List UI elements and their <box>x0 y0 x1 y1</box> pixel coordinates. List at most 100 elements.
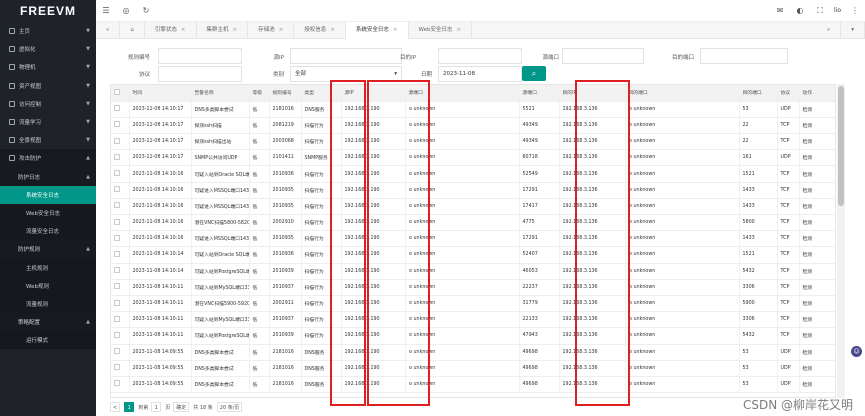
more-icon[interactable]: ⋮ <box>845 6 865 15</box>
page-number[interactable]: 1 <box>124 402 135 412</box>
tab-dropdown-button[interactable]: ▾ <box>841 21 865 39</box>
column-header[interactable]: 告警名称 <box>191 85 250 102</box>
menu-icon[interactable]: ☰ <box>96 6 116 15</box>
date-input[interactable]: 2023-11-08 <box>438 66 522 82</box>
row-checkbox[interactable] <box>111 117 130 135</box>
table-row[interactable]: 2023-11-08 14:10:14 可疑入站到Oracle SQL端口1521… <box>111 246 835 264</box>
search-button[interactable]: ⌕ <box>522 66 546 81</box>
table-row[interactable]: 2023-11-08 14:09:55 DNS多类脚本尝试 低 2181016 DNS服… <box>111 376 835 394</box>
rule-no-input[interactable] <box>158 48 242 64</box>
submenu-item[interactable]: Web安全日志 <box>0 204 96 222</box>
column-header[interactable]: 源端口 <box>519 85 560 102</box>
column-header[interactable]: 源端口 <box>405 85 520 102</box>
table-row[interactable]: 2023-11-08 14:10:11 可疑入站到MySQL端口3306低 2010… <box>111 279 835 296</box>
row-checkbox[interactable] <box>111 344 130 361</box>
submenu-item[interactable]: 流量安全日志 <box>0 222 96 240</box>
prev-page-button[interactable]: < <box>110 402 121 412</box>
submenu-item[interactable]: 运行模式 <box>0 331 96 349</box>
category-select[interactable]: 全部 ▾ <box>290 66 402 82</box>
tab-home-button[interactable]: ⌂ <box>120 21 145 39</box>
page-size-select[interactable]: 20 条/页 <box>216 402 243 412</box>
row-checkbox[interactable] <box>111 376 130 394</box>
table-row[interactable]: 2023-11-08 14:10:16 可疑进入MSSQL端口1433 低 20109… <box>111 230 835 248</box>
src-port-input[interactable] <box>562 48 644 64</box>
dst-ip-input[interactable] <box>438 48 522 64</box>
column-header[interactable]: 规则编号 <box>269 85 302 102</box>
sidebar-item[interactable]: 虚拟化 ▼ <box>0 40 96 58</box>
tab-item[interactable]: 集群主机 × <box>197 21 249 39</box>
tab-prev-button[interactable]: « <box>96 21 121 39</box>
row-checkbox[interactable] <box>111 279 130 296</box>
column-header[interactable]: 动作 <box>799 85 835 102</box>
refresh-icon[interactable]: ↻ <box>136 6 156 15</box>
sidebar-item[interactable]: 攻击防护 ▲ <box>0 149 96 168</box>
sidebar-item[interactable]: 全景视图 ▼ <box>0 131 96 149</box>
submenu-header-protect-log[interactable]: 防护日志 ▲ <box>0 167 96 186</box>
select-all-checkbox[interactable] <box>111 85 130 102</box>
table-row[interactable]: 2023-11-08 14:10:11 潜在VNC扫描5900-5920 低 2002… <box>111 295 835 313</box>
row-checkbox[interactable] <box>111 101 130 118</box>
close-icon[interactable]: × <box>181 27 186 33</box>
theme-icon[interactable]: ◐ <box>790 6 810 15</box>
table-row[interactable]: 2023-11-08 14:10:17 DNS多类脚本尝试 低 2181016 DNS服… <box>111 101 835 118</box>
notification-icon[interactable]: ✉ <box>770 6 790 15</box>
sidebar-item[interactable]: 主页 ▼ <box>0 22 96 40</box>
tab-item[interactable]: 存储池 × <box>248 21 295 39</box>
row-checkbox[interactable] <box>111 198 130 216</box>
tab-item[interactable]: Web安全日志 × <box>409 21 473 39</box>
table-row[interactable]: 2023-11-08 14:10:16 潜在VNC扫描5800-5820 低 2002… <box>111 214 835 232</box>
sidebar-item[interactable]: 流量学习 ▼ <box>0 113 96 131</box>
row-checkbox[interactable] <box>111 182 130 199</box>
protocol-input[interactable] <box>158 66 242 82</box>
user-menu[interactable]: lio <box>834 7 841 14</box>
table-row[interactable]: 2023-11-08 14:09:55 DNS多类脚本尝试 低 2181016 DNS服… <box>111 360 835 377</box>
table-row[interactable]: 2023-11-08 14:10:11 可疑入站到MySQL端口3306低 2010… <box>111 311 835 329</box>
row-checkbox[interactable] <box>111 327 130 345</box>
assistant-icon[interactable]: ☺ <box>851 346 862 357</box>
scrollbar-thumb[interactable] <box>838 86 844 206</box>
dst-port-input[interactable] <box>700 48 788 64</box>
table-row[interactable]: 2023-11-08 14:10:16 可疑进入MSSQL端口1433 低 20109… <box>111 198 835 216</box>
table-row[interactable]: 2023-11-08 14:10:14 可疑入站到PostgreSQL端口5432… <box>111 263 835 280</box>
close-icon[interactable]: × <box>457 27 462 33</box>
submenu-header-policy[interactable]: 策略配置 ▲ <box>0 313 96 332</box>
close-icon[interactable]: × <box>393 27 398 33</box>
column-header[interactable]: 目的端口 <box>625 85 740 102</box>
goto-page-input[interactable]: 1 <box>151 402 162 412</box>
row-checkbox[interactable] <box>111 214 130 232</box>
submenu-item[interactable]: Web规则 <box>0 277 96 295</box>
table-row[interactable]: 2023-11-08 14:09:55 DNS多类脚本尝试 低 2181016 DNS服… <box>111 344 835 361</box>
tab-item[interactable]: 授权信息 × <box>294 21 346 39</box>
column-header[interactable]: 时间 <box>129 85 192 102</box>
close-icon[interactable]: × <box>279 27 284 33</box>
column-header[interactable]: 目的端口 <box>739 85 778 102</box>
row-checkbox[interactable] <box>111 360 130 377</box>
sidebar-item[interactable]: 资产视图 ▼ <box>0 77 96 95</box>
table-row[interactable]: 2023-11-08 14:10:16 可疑入站到Oracle SQL端口1521… <box>111 165 835 183</box>
fullscreen-icon[interactable]: ⛶ <box>810 6 830 16</box>
table-scrollbar[interactable] <box>837 84 845 398</box>
column-header[interactable]: 等级 <box>249 85 270 102</box>
sidebar-item[interactable]: 访问控制 ▼ <box>0 95 96 113</box>
tab-next-button[interactable]: » <box>817 21 842 39</box>
table-row[interactable]: 2023-11-08 14:10:16 可疑进入MSSQL端口1433 低 20109… <box>111 182 835 199</box>
row-checkbox[interactable] <box>111 133 130 151</box>
close-icon[interactable]: × <box>330 27 335 33</box>
table-row[interactable]: 2023-11-08 14:10:17 探测ssh扫描 低 2081219 扫描行为 19… <box>111 117 835 135</box>
submenu-item[interactable]: 主机规则 <box>0 258 96 276</box>
row-checkbox[interactable] <box>111 230 130 248</box>
sidebar-item[interactable]: 物理机 ▼ <box>0 58 96 76</box>
globe-icon[interactable]: ◎ <box>116 6 136 15</box>
table-row[interactable]: 2023-11-08 14:10:17 SNMP公共访问UDP 低 2101411 SN… <box>111 149 835 167</box>
tab-item[interactable]: 系统安全日志 × <box>345 21 409 39</box>
goto-confirm-button[interactable]: 确定 <box>173 402 190 412</box>
close-icon[interactable]: × <box>233 27 238 33</box>
table-row[interactable]: 2023-11-08 14:10:17 探测ssh扫描出站 低 2003068 扫描行为… <box>111 133 835 151</box>
tab-item[interactable]: 引擎状态 × <box>145 21 197 39</box>
column-header[interactable]: 目的IP <box>559 85 626 102</box>
column-header[interactable]: 类型 <box>301 85 342 102</box>
row-checkbox[interactable] <box>111 263 130 280</box>
column-header[interactable]: 源IP <box>341 85 406 102</box>
row-checkbox[interactable] <box>111 165 130 183</box>
row-checkbox[interactable] <box>111 246 130 264</box>
